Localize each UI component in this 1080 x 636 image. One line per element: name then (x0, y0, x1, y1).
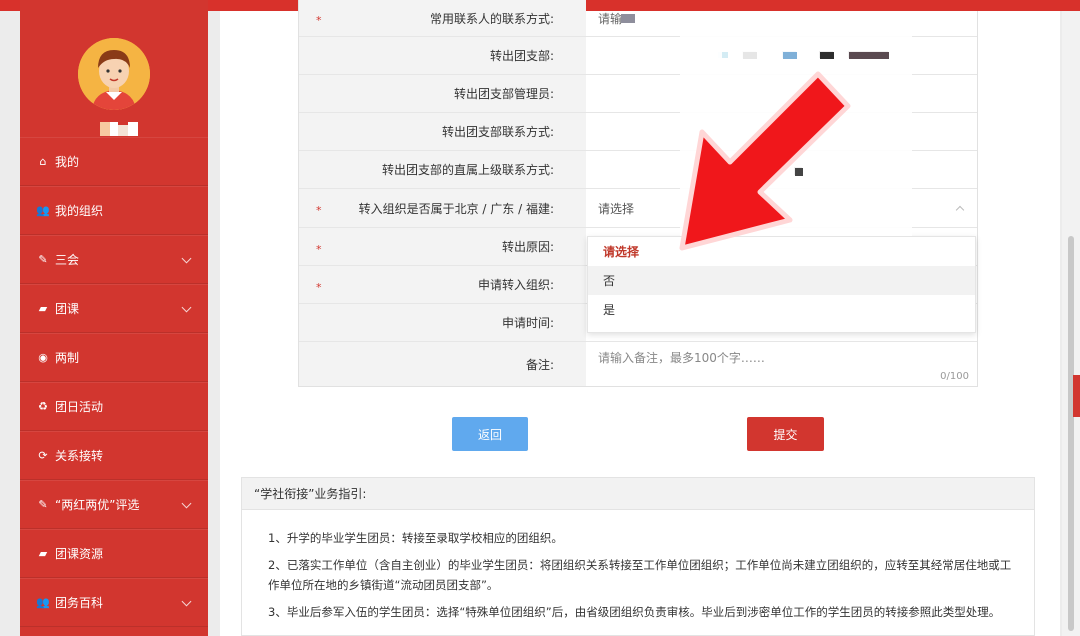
sidebar-item-three-meetings[interactable]: ✎ 三会 (20, 235, 208, 284)
sidebar-item-encyclopedia[interactable]: 👥 团务百科 (20, 578, 208, 627)
redaction-block (820, 52, 834, 59)
sidebar-item-label: 团日活动 (55, 400, 104, 414)
sidebar-item-mine[interactable]: ⌂ 我的 (20, 137, 208, 186)
edit-icon: ✎ (38, 253, 48, 266)
folder-icon: ▰ (38, 547, 48, 560)
remark-counter: 0/100 (940, 371, 969, 382)
region-select-value: 请选择 (598, 201, 635, 216)
username-redacted (100, 122, 138, 136)
top-decoration (880, 0, 1080, 11)
sidebar-item-label: 关系接转 (55, 449, 104, 463)
edit-icon: ✎ (38, 498, 48, 511)
form-label-text: 常用联系人的联系方式: (429, 11, 554, 26)
required-mark: * (316, 14, 322, 27)
sidebar-item-class-resources[interactable]: ▰ 团课资源 (20, 529, 208, 578)
redaction-block (621, 14, 635, 23)
form-label-text: 转出团支部管理员: (453, 87, 554, 101)
redaction-block (849, 52, 889, 59)
sidebar-item-label: 我的组织 (55, 204, 104, 218)
form-label: 备注: (299, 342, 586, 386)
chevron-down-icon (181, 498, 192, 509)
required-mark: * (316, 204, 322, 217)
chevron-down-icon (181, 253, 192, 264)
form-label: 转出团支部的直属上级联系方式: (299, 151, 586, 188)
form-label-text: 申请转入组织: (477, 278, 554, 292)
sidebar-item-league-day[interactable]: ♻ 团日活动 (20, 382, 208, 431)
remark-placeholder: 请输入备注，最多100个字…… (598, 351, 765, 365)
scrollbar-thumb[interactable] (1068, 236, 1074, 631)
sidebar-item-league-class[interactable]: ▰ 团课 (20, 284, 208, 333)
sidebar-nav: ⌂ 我的 👥 我的组织 ✎ 三会 ▰ 团课 ◉ 两制 ♻ 团日活动 ⟳ 关系接转 (20, 137, 208, 627)
redaction-block (743, 52, 757, 59)
users-icon: 👥 (36, 204, 50, 217)
form-label: * 转出原因: (299, 228, 586, 265)
redaction-block (783, 52, 797, 59)
back-button[interactable]: 返回 (452, 417, 528, 451)
remark-textarea[interactable]: 请输入备注，最多100个字…… 0/100 (586, 342, 977, 386)
business-guide: “学社衔接”业务指引: 1、升学的毕业学生团员：转接至录取学校相应的团组织。 2… (241, 477, 1035, 636)
home-icon: ⌂ (39, 155, 47, 168)
dropdown-option-yes[interactable]: 是 (588, 295, 975, 324)
required-mark: * (316, 242, 322, 256)
chevron-down-icon (181, 596, 192, 607)
form-label: 转出团支部联系方式: (299, 113, 586, 150)
submit-button[interactable]: 提交 (747, 417, 824, 451)
sidebar-item-label: 两制 (55, 351, 80, 365)
form-row-remark: 备注: 请输入备注，最多100个字…… 0/100 (299, 342, 977, 386)
form-label-text: 转出团支部联系方式: (441, 125, 554, 139)
gutter (208, 11, 220, 636)
form-label: * 常用联系人的联系方式: (299, 0, 586, 36)
form-label: 转出团支部: (299, 37, 586, 74)
sidebar-item-label: 团课资源 (55, 547, 104, 561)
form-label-text: 转出团支部: (489, 49, 554, 63)
avatar-illustration (78, 38, 150, 110)
sidebar: ⌂ 我的 👥 我的组织 ✎ 三会 ▰ 团课 ◉ 两制 ♻ 团日活动 ⟳ 关系接转 (20, 0, 208, 636)
form-label: 申请时间: (299, 304, 586, 341)
contact-input-value: 请输 (598, 11, 623, 26)
side-feedback-tab[interactable] (1073, 375, 1080, 417)
avatar[interactable] (78, 38, 150, 110)
form-label: * 申请转入组织: (299, 266, 586, 303)
sidebar-item-transfer[interactable]: ⟳ 关系接转 (20, 431, 208, 480)
dropdown-option-no[interactable]: 否 (588, 266, 975, 295)
dot-circle-icon: ◉ (38, 351, 48, 364)
redaction-block (722, 52, 728, 58)
form-label: * 转入组织是否属于北京 / 广东 / 福建: (299, 189, 586, 227)
sidebar-item-award-selection[interactable]: ✎ “两红两优”评选 (20, 480, 208, 529)
sidebar-item-two-systems[interactable]: ◉ 两制 (20, 333, 208, 382)
sidebar-item-my-organization[interactable]: 👥 我的组织 (20, 186, 208, 235)
form-label-text: 转入组织是否属于北京 / 广东 / 福建: (358, 201, 554, 216)
form-label-text: 转出原因: (501, 240, 554, 254)
guide-item: 2、已落实工作单位（含自主创业）的毕业学生团员：将团组织关系转接至工作单位团组织… (268, 558, 1012, 592)
form-label-text: 转出团支部的直属上级联系方式: (381, 163, 554, 177)
guide-title: “学社衔接”业务指引: (242, 478, 1034, 510)
form-label: 转出团支部管理员: (299, 75, 586, 112)
sidebar-item-label: 我的 (55, 155, 80, 169)
guide-body: 1、升学的毕业学生团员：转接至录取学校相应的团组织。 2、已落实工作单位（含自主… (242, 510, 1034, 622)
folder-icon: ▰ (38, 302, 48, 315)
sidebar-item-label: 团课 (55, 302, 80, 316)
sidebar-item-label: 三会 (55, 253, 80, 267)
form-label-text: 备注: (525, 357, 554, 372)
required-mark: * (316, 280, 322, 294)
refresh-icon: ⟳ (38, 449, 48, 462)
sidebar-item-label: 团务百科 (55, 596, 104, 610)
recycle-icon: ♻ (38, 400, 48, 413)
guide-item: 1、升学的毕业学生团员：转接至录取学校相应的团组织。 (268, 531, 563, 545)
chevron-down-icon (181, 302, 192, 313)
sidebar-item-label: “两红两优”评选 (55, 498, 140, 512)
vertical-scrollbar[interactable] (1062, 11, 1080, 636)
guide-item: 3、毕业后参军入伍的学生团员：选择“特殊单位团组织”后，由省级团组织负责审核。毕… (268, 605, 1001, 619)
form-label-text: 申请时间: (501, 316, 554, 330)
pointer-arrow-icon (679, 71, 851, 251)
users-icon: 👥 (36, 596, 50, 609)
chevron-up-icon (955, 205, 965, 215)
